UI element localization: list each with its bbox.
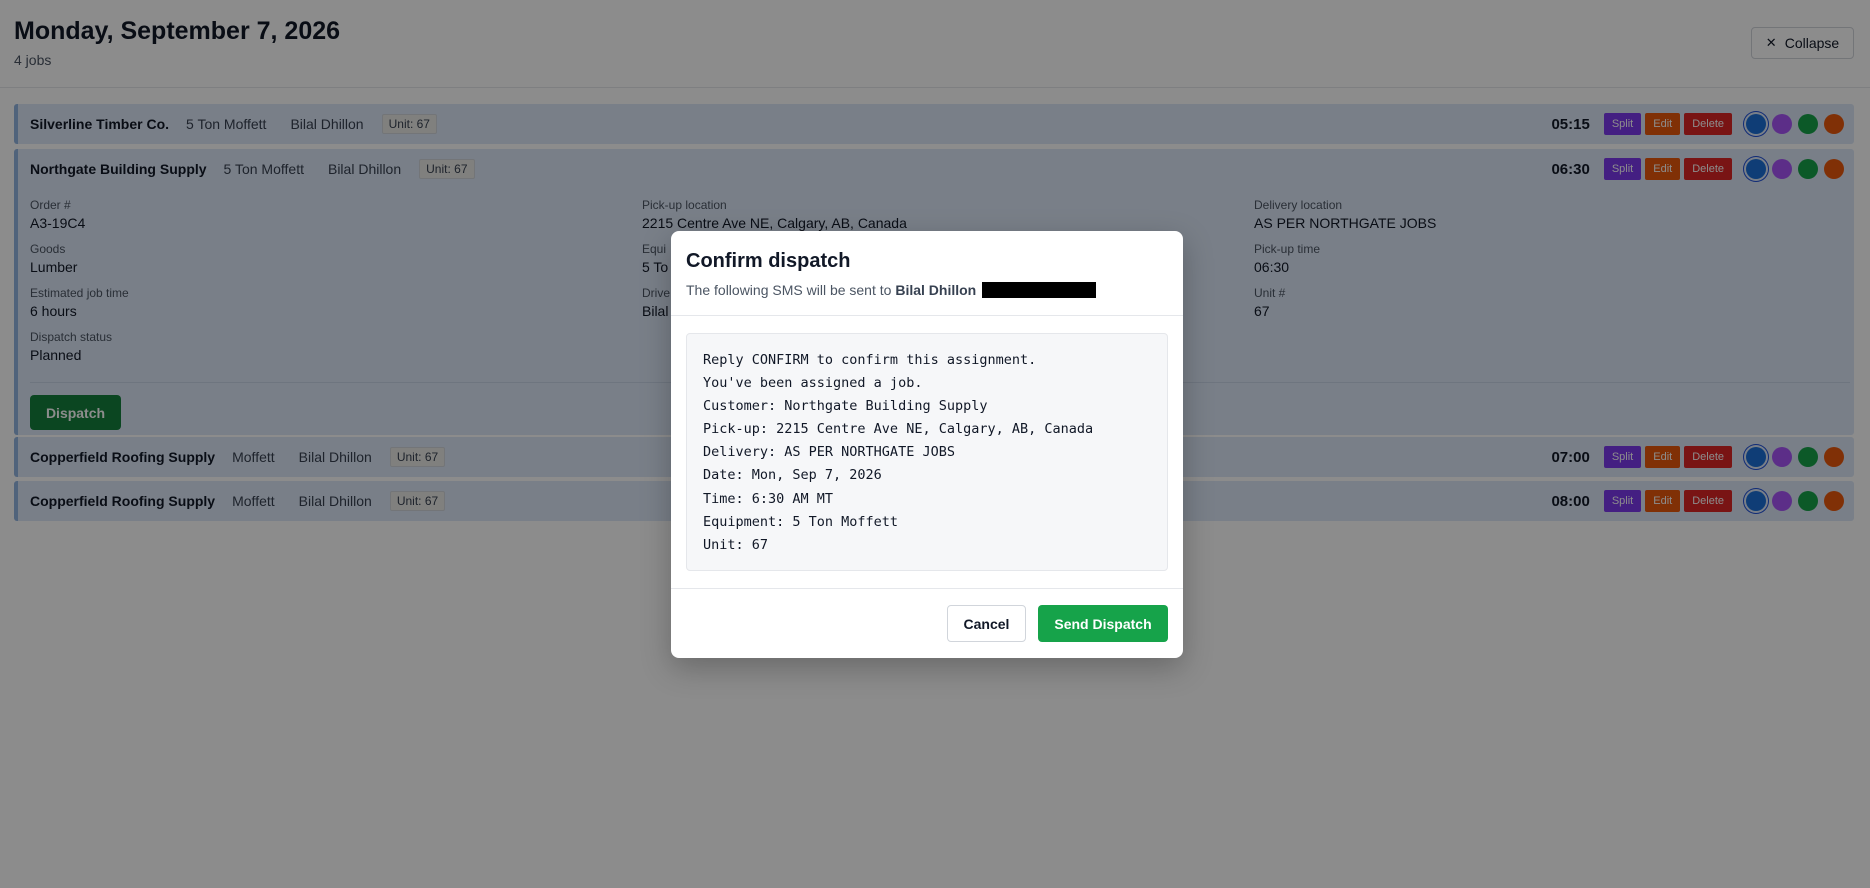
sms-line: Pick-up: 2215 Centre Ave NE, Calgary, AB… bbox=[703, 421, 1094, 438]
sms-line: Time: 6:30 AM MT bbox=[703, 490, 834, 507]
sms-line: Customer: Northgate Building Supply bbox=[703, 398, 988, 415]
send-dispatch-button[interactable]: Send Dispatch bbox=[1038, 605, 1168, 642]
sms-line: You've been assigned a job. bbox=[703, 375, 923, 392]
sms-line: Delivery: AS PER NORTHGATE JOBS bbox=[703, 444, 955, 461]
sms-line: Equipment: 5 Ton Moffett bbox=[703, 513, 899, 530]
sms-line: Reply CONFIRM to confirm this assignment… bbox=[703, 352, 1037, 368]
dialog-title: Confirm dispatch bbox=[686, 250, 851, 272]
recipient-name: Bilal Dhillon bbox=[895, 282, 977, 298]
sms-preview: Reply CONFIRM to confirm this assignment… bbox=[686, 333, 1168, 571]
redacted-phone bbox=[982, 282, 1097, 298]
sms-line: Unit: 67 bbox=[703, 536, 769, 553]
cancel-button[interactable]: Cancel bbox=[947, 605, 1026, 642]
subtitle-prefix: The following SMS will be sent to bbox=[686, 282, 892, 298]
divider bbox=[671, 315, 1183, 316]
confirm-dispatch-dialog: Confirm dispatch The following SMS will … bbox=[671, 231, 1183, 658]
dialog-subtitle: The following SMS will be sent to Bilal … bbox=[686, 282, 1097, 298]
sms-line: Date: Mon, Sep 7, 2026 bbox=[703, 467, 882, 484]
divider bbox=[671, 588, 1183, 589]
